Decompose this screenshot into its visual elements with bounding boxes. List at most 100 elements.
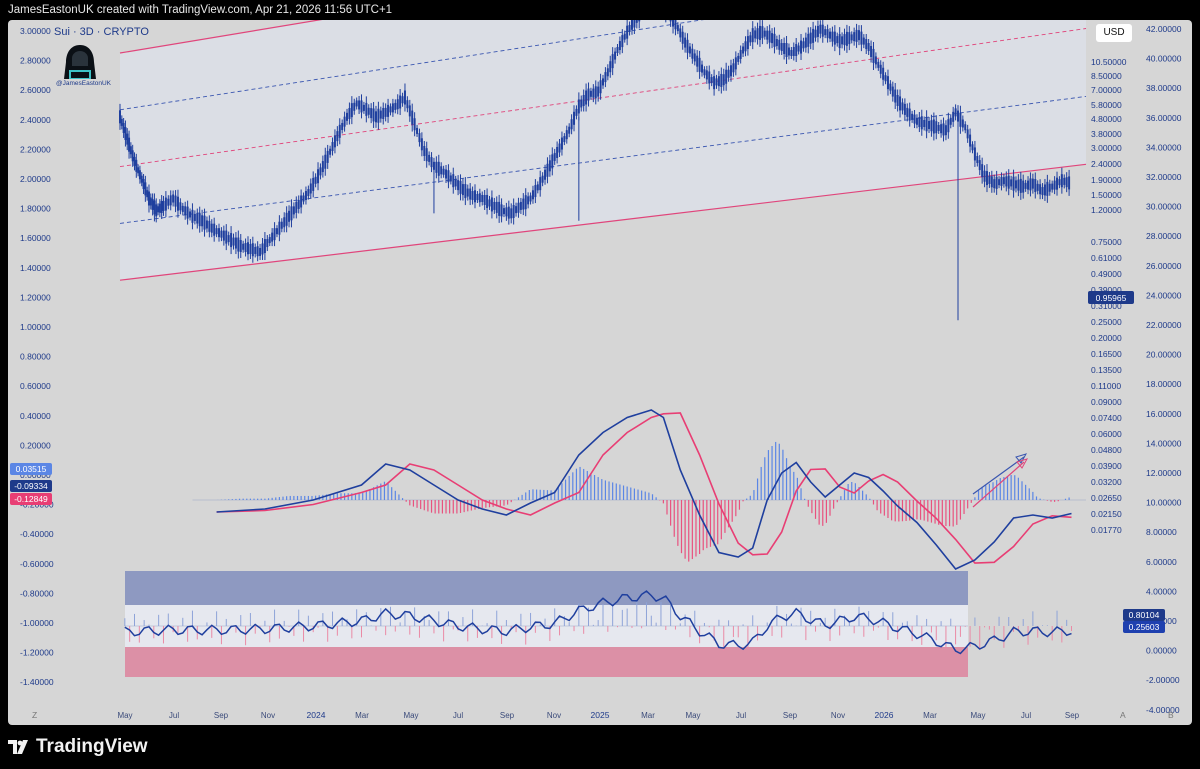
candle-body xyxy=(766,30,769,40)
macd-value-label: -0.09334 xyxy=(14,481,48,491)
x-axis-tick: Jul xyxy=(1021,711,1031,720)
candle-body xyxy=(638,20,641,22)
left-axis-tick: 1.80000 xyxy=(20,204,51,214)
candle-body xyxy=(698,57,701,72)
candle-body xyxy=(944,125,947,136)
candle-body xyxy=(237,237,240,252)
candle-body xyxy=(838,34,841,49)
candle-body xyxy=(519,201,522,210)
candle-body xyxy=(573,111,576,125)
candle-body xyxy=(626,25,629,39)
candle-body xyxy=(329,148,332,155)
candle-body xyxy=(606,68,609,77)
candle-body xyxy=(259,247,262,256)
candle-body xyxy=(512,204,515,218)
price-axis-tick: 0.02150 xyxy=(1091,509,1122,519)
candle-body xyxy=(853,32,856,42)
candle-body xyxy=(122,122,125,133)
corner-label-b: B xyxy=(1168,710,1174,720)
candle-body xyxy=(742,46,745,54)
candle-body xyxy=(899,96,902,111)
right-axis-tick: 28.00000 xyxy=(1146,231,1182,241)
right-axis-tick: 40.00000 xyxy=(1146,54,1182,64)
candle-body xyxy=(621,35,624,48)
candle-body xyxy=(278,221,281,235)
price-axis-tick: 0.16500 xyxy=(1091,349,1122,359)
candle-body xyxy=(749,35,752,43)
candle-body xyxy=(367,107,370,115)
candle-body xyxy=(406,100,409,109)
candle-body xyxy=(930,120,933,132)
candle-body xyxy=(722,74,725,86)
candle-body xyxy=(151,198,154,210)
left-axis-tick: 1.20000 xyxy=(20,292,51,302)
candle-body xyxy=(582,94,585,106)
candle-body xyxy=(176,196,179,211)
candle-body xyxy=(1029,178,1032,191)
currency-button[interactable]: USD xyxy=(1096,24,1132,42)
candle-body xyxy=(486,194,489,208)
candle-body xyxy=(522,198,525,210)
right-axis-tick: -4.00000 xyxy=(1146,705,1180,715)
candle-body xyxy=(495,201,498,213)
candle-body xyxy=(213,223,216,236)
corner-label-z: Z xyxy=(32,710,37,720)
price-axis-tick: 3.80000 xyxy=(1091,129,1122,139)
candle-body xyxy=(413,118,416,131)
candle-body xyxy=(464,184,467,199)
chart-panel[interactable]: 3.00000 2.80000 2.60000 2.40000 2.20000 2.000… xyxy=(8,20,1192,725)
symbol-label[interactable]: Sui · 3D · CRYPTO xyxy=(54,26,149,38)
tradingview-brand-text: TradingView xyxy=(36,736,148,757)
price-axis-tick: 0.03200 xyxy=(1091,477,1122,487)
candle-body xyxy=(674,20,677,30)
left-axis-tick: 0.60000 xyxy=(20,381,51,391)
candle-body xyxy=(536,184,539,191)
price-axis-tick: 0.61000 xyxy=(1091,253,1122,263)
candle-body xyxy=(544,169,547,180)
candle-body xyxy=(365,102,368,116)
candle-body xyxy=(568,126,571,134)
candle-body xyxy=(814,29,817,38)
candle-body xyxy=(729,65,732,77)
candle-body xyxy=(896,94,899,106)
left-axis-tick: 1.60000 xyxy=(20,233,51,243)
candle-body xyxy=(932,119,935,134)
candle-body xyxy=(570,119,573,130)
candle-body xyxy=(920,116,923,130)
candle-body xyxy=(527,196,530,205)
candle-body xyxy=(829,31,832,39)
candle-body xyxy=(599,80,602,94)
credit-line: JamesEastonUK created with TradingView.c… xyxy=(8,4,393,16)
candle-body xyxy=(1056,177,1059,190)
candle-body xyxy=(232,237,235,246)
left-axis-tick: -1.40000 xyxy=(20,677,54,687)
candle-body xyxy=(158,203,161,213)
candle-body xyxy=(758,25,761,40)
price-axis-tick: 8.50000 xyxy=(1091,71,1122,81)
candle-body xyxy=(201,215,204,227)
candle-body xyxy=(611,54,614,69)
candle-body xyxy=(879,64,882,74)
candle-body xyxy=(993,179,996,189)
candle-body xyxy=(804,37,807,48)
candle-body xyxy=(988,175,991,184)
candle-body xyxy=(1014,180,1017,189)
candle-body xyxy=(862,37,865,45)
candle-body xyxy=(575,108,578,116)
candle-body xyxy=(254,246,257,254)
price-axis-tick: 0.49000 xyxy=(1091,269,1122,279)
candle-body xyxy=(399,95,402,109)
candle-body xyxy=(952,111,955,122)
candle-body xyxy=(312,177,315,191)
x-axis-tick: Sep xyxy=(214,711,229,720)
candle-body xyxy=(633,20,636,28)
x-axis-tick: Jul xyxy=(169,711,179,720)
candle-body xyxy=(167,198,170,206)
candle-body xyxy=(242,243,245,250)
candle-body xyxy=(969,134,972,147)
candle-body xyxy=(147,191,150,206)
candle-body xyxy=(346,112,349,121)
price-chart-svg[interactable]: 3.00000 2.80000 2.60000 2.40000 2.20000 2.000… xyxy=(8,20,1192,725)
candle-body xyxy=(937,124,940,131)
candle-body xyxy=(317,169,320,184)
